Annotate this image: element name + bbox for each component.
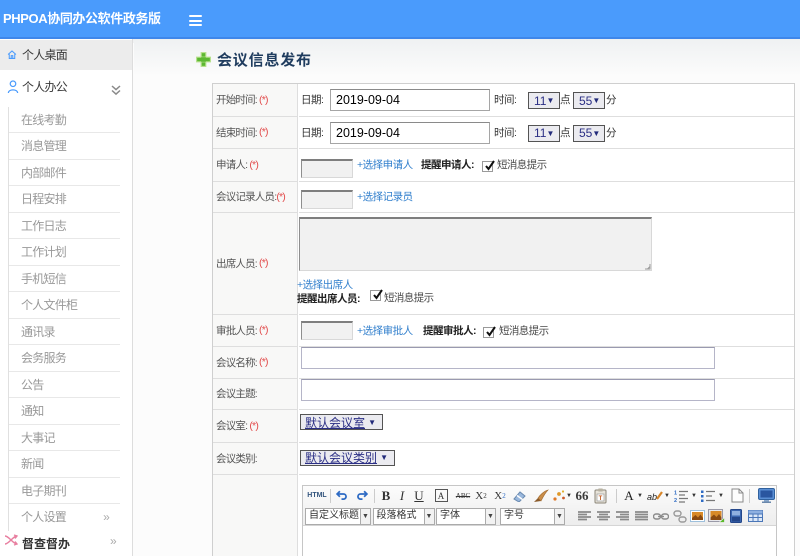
svg-text:1: 1 (674, 490, 677, 496)
svg-text:ab: ab (647, 492, 657, 502)
svg-text:T: T (599, 496, 603, 502)
svg-text:2: 2 (674, 498, 677, 503)
